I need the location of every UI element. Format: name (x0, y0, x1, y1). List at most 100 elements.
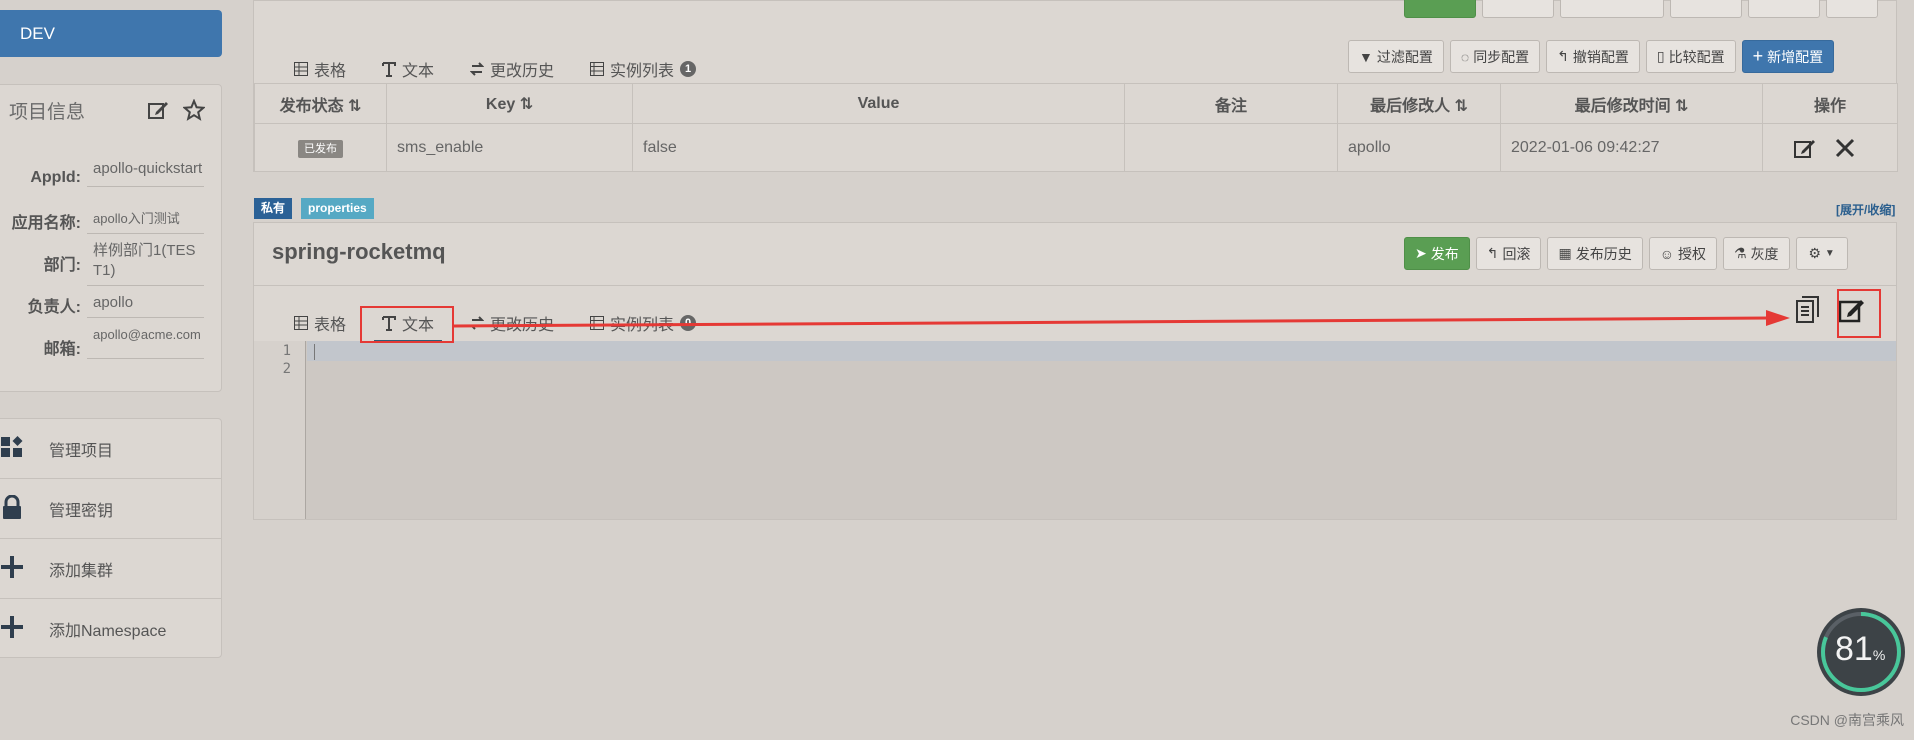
sidebar-item-manage-keys[interactable]: 管理密钥 (0, 479, 221, 539)
performance-gauge[interactable]: 81% (1817, 608, 1905, 696)
plus-icon (1, 616, 23, 638)
revoke-config-button[interactable]: ↰ 撤销配置 (1546, 40, 1640, 73)
info-row-department: 部门: 样例部门1(TEST1) (0, 241, 204, 286)
info-row-appid: AppId: apollo-quickstart (0, 159, 204, 187)
env-dev-button[interactable]: DEV (0, 10, 222, 57)
text-icon (382, 62, 397, 77)
text-editor[interactable]: 1 2 (254, 341, 1896, 519)
cell-comment (1124, 123, 1338, 172)
info-value: apollo入门测试 (87, 209, 204, 234)
sidebar-item-manage-project[interactable]: 管理项目 (0, 419, 221, 479)
column-header-comment: 备注 (1124, 83, 1338, 124)
edit-icon[interactable] (147, 99, 169, 121)
gear-icon: ⚙ (1808, 245, 1821, 261)
column-header-status[interactable]: 发布状态 ⇅ (254, 83, 387, 124)
authorize-button[interactable]: ☺ 授权 (1648, 237, 1717, 270)
cell-key: sms_enable (386, 123, 633, 172)
star-icon[interactable] (183, 99, 205, 121)
sync-config-button[interactable]: ◌ 同步配置 (1449, 40, 1541, 73)
info-value: 样例部门1(TEST1) (87, 241, 204, 286)
tab-change-history[interactable]: 更改历史 (452, 305, 572, 343)
status-badge: 已发布 (298, 139, 343, 158)
grid-icon (1, 435, 23, 457)
sidebar-item-label: 添加Namespace (49, 623, 167, 640)
close-icon[interactable] (1835, 138, 1855, 158)
filter-config-button[interactable]: ▼ 过滤配置 (1348, 40, 1444, 73)
cell-time: 2022-01-06 09:42:27 (1500, 123, 1763, 172)
sync-icon: ◌ (1460, 48, 1470, 65)
column-header-actions: 操作 (1762, 83, 1898, 124)
button-label: 撤销配置 (1572, 48, 1629, 65)
namespace-tabs: 表格 文本 更改历史 实例列表 0 (276, 305, 714, 343)
edit-icon[interactable] (1793, 136, 1817, 160)
tab-instance-list[interactable]: 实例列表 0 (572, 305, 714, 343)
button-label: 回滚 (1502, 245, 1531, 262)
settings-dropdown-button[interactable]: ⚙ ▼ (1795, 237, 1848, 270)
copy-text-icon[interactable] (1794, 295, 1822, 325)
header-label: 最后修改时间 (1574, 97, 1671, 115)
publish-button[interactable] (1404, 0, 1476, 18)
annotation-box-edit-icon (1837, 289, 1881, 338)
gray-release-button[interactable]: ⚗ 灰度 (1723, 237, 1790, 270)
info-row-email: 邮箱: apollo@acme.com (0, 325, 204, 359)
button-label: 发布历史 (1575, 245, 1632, 262)
header-label: 发布状态 (279, 97, 344, 115)
release-history-button[interactable]: ▦ 发布历史 (1547, 237, 1643, 270)
column-header-modified-time[interactable]: 最后修改时间 ⇅ (1500, 83, 1763, 124)
publish-button[interactable]: ➤ 发布 (1404, 237, 1470, 270)
private-tag: 私有 (254, 198, 293, 219)
sidebar-item-add-cluster[interactable]: 添加集群 (0, 539, 221, 599)
sidebar-item-add-namespace[interactable]: 添加Namespace (0, 599, 221, 659)
calendar-icon: ▦ (1558, 245, 1572, 261)
button-label: 新增配置 (1767, 48, 1824, 65)
info-value: apollo@acme.com (87, 325, 204, 359)
rollback-button[interactable] (1482, 0, 1554, 18)
tab-label: 表格 (314, 63, 347, 80)
text-cursor (314, 344, 315, 360)
gauge-unit: % (1872, 647, 1886, 663)
namespace-panel-2: spring-rocketmq ➤ 发布 ↰ 回滚 ▦ 发布历史 ☺ 授权 ⚗ 灰度 ⚙ ▼… (253, 222, 1897, 520)
gauge-value: 81 (1835, 630, 1873, 668)
line-number: 2 (282, 361, 291, 377)
namespace-title: spring-rocketmq (272, 239, 446, 264)
watermark: CSDN @南宫乘风 (1790, 712, 1904, 728)
table-icon (294, 316, 308, 330)
table-icon (294, 62, 308, 76)
expand-collapse-link[interactable]: [展开/收缩] (1836, 201, 1895, 218)
button-label: 同步配置 (1473, 48, 1530, 65)
tab-label: 文本 (402, 63, 435, 80)
sidebar-menu: 管理项目 管理密钥 添加集群 添加Namespace (0, 418, 222, 658)
info-label: AppId: (30, 169, 81, 186)
compare-config-button[interactable]: ▯ 比较配置 (1645, 40, 1736, 73)
project-info-title: 项目信息 (9, 102, 86, 123)
info-value: apollo (87, 293, 204, 318)
format-tag: properties (301, 198, 374, 219)
swap-icon (470, 62, 485, 76)
gray-release-button[interactable] (1748, 0, 1820, 18)
list-icon (590, 62, 605, 76)
instance-count-badge: 0 (680, 315, 697, 331)
column-header-modifier[interactable]: 最后修改人 ⇅ (1337, 83, 1501, 124)
button-label: 过滤配置 (1376, 48, 1433, 65)
editor-gutter: 1 2 (254, 341, 306, 519)
annotation-box-text-tab (360, 306, 454, 343)
filter-icon: ▼ (1359, 48, 1373, 65)
settings-button[interactable] (1826, 0, 1878, 18)
rollback-button[interactable]: ↰ 回滚 (1475, 237, 1542, 270)
column-header-key[interactable]: Key ⇅ (386, 83, 633, 124)
config-table: 发布状态 ⇅ Key ⇅ Value 备注 最后修改人 ⇅ 最后修改时间 ⇅ 操… (254, 83, 1898, 172)
release-history-button[interactable] (1560, 0, 1664, 18)
lock-icon (3, 494, 21, 519)
authorize-button[interactable] (1670, 0, 1742, 18)
header-label: 最后修改人 (1370, 97, 1451, 115)
sidebar-item-label: 添加集群 (49, 562, 114, 580)
info-value: apollo-quickstart (87, 159, 204, 187)
add-config-button[interactable]: + 新增配置 (1741, 40, 1835, 73)
active-line (307, 341, 1896, 361)
send-icon: ➤ (1415, 245, 1427, 261)
tab-label: 实例列表 (610, 63, 675, 80)
tab-table[interactable]: 表格 (276, 305, 364, 343)
info-label: 负责人: (27, 299, 81, 316)
plus-icon: + (1752, 46, 1764, 66)
swap-icon (470, 316, 485, 330)
